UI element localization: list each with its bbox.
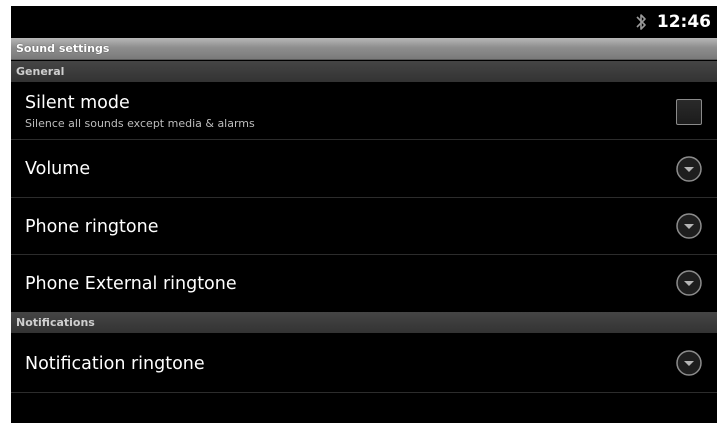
pref-title: Phone ringtone xyxy=(25,217,159,237)
pref-notification-ringtone[interactable]: Notification ringtone xyxy=(11,333,717,393)
section-header-label: Notifications xyxy=(16,316,95,329)
dropdown-icon xyxy=(676,213,702,239)
dropdown-icon xyxy=(676,270,702,296)
bluetooth-icon xyxy=(636,14,646,30)
pref-volume[interactable]: Volume xyxy=(11,140,717,198)
section-header-label: General xyxy=(16,65,65,78)
section-header-notifications: Notifications xyxy=(11,312,717,333)
dropdown-icon xyxy=(676,350,702,376)
silent-mode-checkbox[interactable] xyxy=(676,99,702,125)
pref-summary: Silence all sounds except media & alarms xyxy=(25,117,255,130)
device-screen: 12:46 Sound settings General Silent mode… xyxy=(11,6,717,423)
pref-title: Silent mode xyxy=(25,93,130,113)
dropdown-icon xyxy=(676,156,702,182)
pref-title: Phone External ringtone xyxy=(25,274,237,294)
status-clock: 12:46 xyxy=(656,12,711,32)
section-header-general: General xyxy=(11,61,717,82)
page-title: Sound settings xyxy=(16,42,110,55)
pref-silent-mode[interactable]: Silent mode Silence all sounds except me… xyxy=(11,82,717,140)
pref-phone-external-ringtone[interactable]: Phone External ringtone xyxy=(11,255,717,312)
status-bar: 12:46 xyxy=(11,6,717,38)
title-bar: Sound settings xyxy=(11,38,717,60)
pref-title: Notification ringtone xyxy=(25,354,205,374)
pref-phone-ringtone[interactable]: Phone ringtone xyxy=(11,198,717,255)
pref-title: Volume xyxy=(25,159,91,179)
